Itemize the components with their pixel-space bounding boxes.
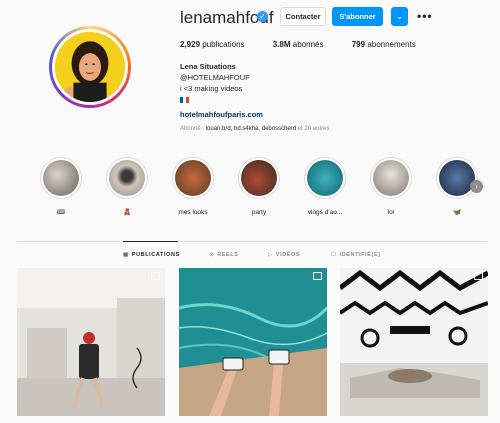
highlight-label: mes looks — [178, 209, 208, 216]
follow-button[interactable]: S'abonner — [332, 7, 383, 26]
followed-by[interactable]: Abonné : louan.brd, bd.s4kha, debosscher… — [180, 126, 329, 132]
tagged-icon: ☐ — [331, 252, 337, 258]
profile-stats: 2,929 publications 3.8M abonnés 799 abon… — [180, 40, 442, 49]
highlight-cover — [439, 160, 475, 196]
post-image — [179, 268, 327, 416]
profile-display-name: Lena Situations — [180, 62, 236, 71]
tabs-divider — [17, 241, 487, 242]
post-image — [17, 268, 165, 416]
post-image — [340, 268, 488, 416]
more-options-icon[interactable]: ••• — [417, 9, 433, 23]
highlight-item[interactable]: 🧸 — [104, 157, 150, 218]
post-thumbnail[interactable] — [340, 268, 488, 416]
profile-avatar-ring[interactable] — [49, 26, 131, 108]
highlight-cover — [109, 160, 145, 196]
post-thumbnail[interactable] — [17, 268, 165, 416]
contact-button[interactable]: Contacter — [280, 7, 326, 26]
highlight-item[interactable]: vlogs d'ao... — [302, 157, 348, 218]
highlight-label: 🧸 — [122, 209, 132, 216]
active-tab-indicator — [123, 241, 178, 242]
highlight-label: 🎟 — [56, 209, 66, 216]
highlight-cover — [43, 160, 79, 196]
profile-bio: Lena Situations @HOTELMAHFOUF i <3 makin… — [180, 61, 410, 120]
highlight-item[interactable]: mes looks — [170, 157, 216, 218]
tab-videos[interactable]: ▷ VIDÉOS — [268, 252, 300, 258]
website-link[interactable]: hotelmahfoufparis.com — [180, 109, 410, 120]
tab-tagged[interactable]: ☐ IDENTIFIÉ(E) — [331, 252, 381, 258]
post-thumbnail[interactable] — [179, 268, 327, 416]
grid-icon: ▦ — [123, 252, 129, 258]
carousel-icon — [313, 272, 322, 280]
posts-count: 2,929 publications — [180, 40, 245, 49]
avatar-image — [55, 32, 125, 102]
verified-badge-icon: ✓ — [257, 11, 268, 22]
highlight-item[interactable]: party — [236, 157, 282, 218]
avatar[interactable] — [52, 29, 128, 105]
bio-line-text: i <3 making videos — [180, 84, 243, 93]
video-icon: ▷ — [268, 252, 273, 258]
highlight-label: 🦋 — [452, 209, 462, 216]
highlight-cover — [241, 160, 277, 196]
highlight-cover — [373, 160, 409, 196]
suggestions-chevron-button[interactable]: ⌄ — [391, 7, 408, 26]
highlight-cover — [175, 160, 211, 196]
highlight-item[interactable]: 🎟 — [38, 157, 84, 218]
tab-publications[interactable]: ▦ PUBLICATIONS — [123, 252, 180, 258]
highlight-label: party — [251, 209, 267, 216]
highlight-label: vlogs d'ao... — [307, 209, 343, 216]
carousel-icon — [151, 272, 160, 280]
following-count[interactable]: 799 abonnements — [352, 40, 429, 49]
highlight-item[interactable]: lol — [368, 157, 414, 218]
bio-line-mention[interactable]: @HOTELMAHFOUF — [180, 72, 410, 83]
tab-reels[interactable]: ⊙ REELS — [209, 252, 239, 258]
carousel-icon — [474, 272, 483, 280]
highlight-cover — [307, 160, 343, 196]
highlight-label: lol — [387, 209, 395, 216]
followers-count[interactable]: 3.8M abonnés — [273, 40, 337, 49]
reels-icon: ⊙ — [209, 252, 215, 258]
chevron-right-icon[interactable]: › — [470, 180, 483, 193]
flag-icon — [180, 94, 410, 105]
